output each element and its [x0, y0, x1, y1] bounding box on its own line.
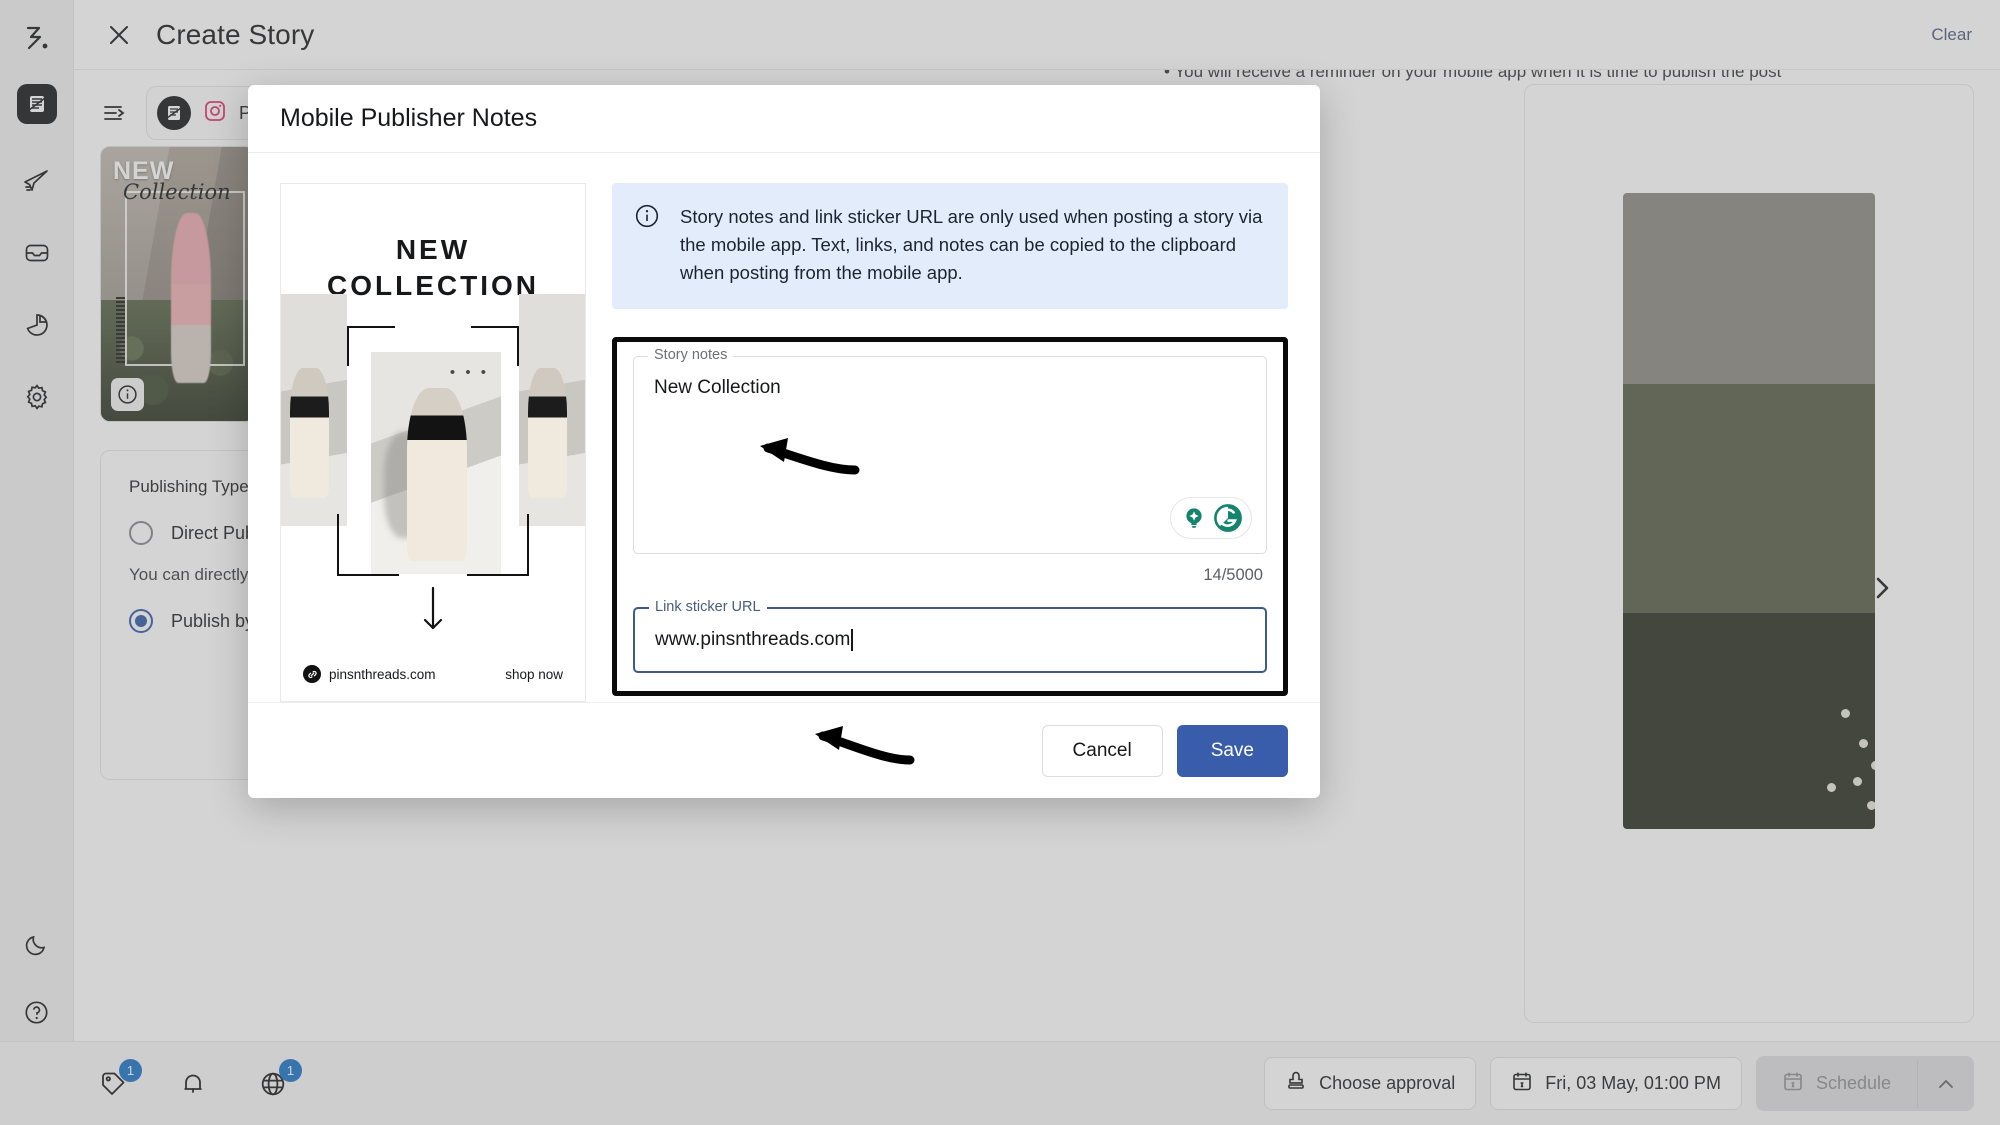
save-button[interactable]: Save: [1177, 725, 1288, 777]
account-avatar-icon: [157, 96, 191, 130]
info-circle-icon[interactable]: [111, 378, 144, 411]
globe-badge: 1: [279, 1059, 302, 1082]
story-notes-legend: Story notes: [648, 347, 733, 363]
preview-cta-label: shop now: [505, 667, 563, 682]
link-sticker-url-value: www.pinsnthreads.com: [655, 629, 850, 651]
preview-bracket-tl2: [347, 326, 349, 366]
arrow-down-icon: [420, 586, 446, 637]
schedule-datetime-button[interactable]: Fri, 03 May, 01:00 PM: [1490, 1057, 1742, 1110]
dialog-title: Mobile Publisher Notes: [280, 104, 537, 133]
schedule-datetime-label: Fri, 03 May, 01:00 PM: [1545, 1073, 1721, 1094]
stamp-icon: [1285, 1070, 1307, 1097]
globe-icon[interactable]: 1: [256, 1067, 290, 1101]
preview-bracket-tr2: [517, 326, 519, 366]
brand-logo-icon[interactable]: [17, 18, 57, 58]
help-circle-icon[interactable]: [20, 995, 54, 1029]
tag-badge: 1: [119, 1059, 142, 1082]
preview-bracket-tl: [347, 326, 395, 328]
instagram-icon: [203, 99, 227, 128]
preview-more-dots-icon: • • •: [450, 364, 489, 381]
story-overlay-script: Collection: [123, 180, 231, 204]
annotation-highlight-box: Story notes New Collection 14/5000 Link …: [612, 337, 1288, 696]
info-banner-text: Story notes and link sticker URL are onl…: [680, 203, 1266, 287]
mobile-publisher-notes-dialog: Mobile Publisher Notes NEW COLLECTION • …: [248, 85, 1320, 798]
dialog-header: Mobile Publisher Notes: [248, 85, 1320, 153]
cancel-button[interactable]: Cancel: [1042, 725, 1163, 777]
bottom-bar-icons: 1 1: [96, 1067, 290, 1101]
lightbulb-icon[interactable]: [1179, 503, 1209, 533]
info-banner: Story notes and link sticker URL are onl…: [612, 183, 1288, 309]
schedule-button-group[interactable]: Schedule: [1756, 1056, 1974, 1111]
story-thumbnail-card[interactable]: NEW Collection: [100, 146, 255, 422]
top-bar: Create Story Clear: [74, 0, 2000, 70]
grammarly-g-icon[interactable]: [1213, 503, 1243, 533]
pie-chart-icon[interactable]: [20, 308, 54, 342]
bell-icon[interactable]: [176, 1067, 210, 1101]
text-caret: [851, 629, 853, 651]
tag-icon[interactable]: 1: [96, 1067, 130, 1101]
preview-center-image: • • •: [371, 352, 501, 574]
grammarly-badge[interactable]: [1170, 497, 1252, 539]
story-barcode-decor: [116, 297, 125, 365]
send-paper-plane-icon[interactable]: [20, 164, 54, 198]
dialog-footer: Cancel Save: [248, 702, 1320, 798]
calendar-icon: [1782, 1070, 1804, 1097]
preview-title-line1: NEW: [281, 232, 585, 268]
bottom-bar-actions: Choose approval Fri, 03 May, 01:00 PM Sc…: [1264, 1056, 2000, 1111]
link-sticker-url-input[interactable]: www.pinsnthreads.com: [635, 609, 1265, 671]
story-notes-field[interactable]: Story notes New Collection: [633, 356, 1267, 554]
calendar-icon: [1511, 1070, 1533, 1097]
link-sticker-url-field[interactable]: Link sticker URL www.pinsnthreads.com: [633, 607, 1267, 673]
preview-title: NEW COLLECTION: [281, 232, 585, 304]
preview-pane: [1524, 84, 1974, 1023]
preview-bracket-tr: [471, 326, 519, 328]
story-preview: NEW COLLECTION • • •: [280, 183, 586, 702]
collapse-panel-icon[interactable]: [100, 98, 130, 128]
rail-icon-list: [20, 164, 54, 414]
info-circle-icon: [634, 203, 660, 287]
preview-site-label: pinsnthreads.com: [329, 667, 436, 682]
story-model-figure: [171, 213, 211, 383]
bottom-bar: 1 1 Choose approval Fri, 03 May, 0: [0, 1041, 2000, 1125]
preview-side-image-left: [281, 294, 347, 526]
inbox-icon[interactable]: [20, 236, 54, 270]
moon-icon[interactable]: [20, 927, 54, 961]
preview-side-image-right: [519, 294, 585, 526]
dialog-body: NEW COLLECTION • • •: [248, 153, 1320, 702]
workspace-avatar-icon[interactable]: [17, 84, 57, 124]
radio-publish-by-reminder[interactable]: [129, 609, 153, 633]
chevron-up-icon[interactable]: [1917, 1060, 1974, 1108]
left-rail: [0, 0, 74, 1125]
gear-icon[interactable]: [20, 380, 54, 414]
preview-phone-image: [1623, 193, 1875, 829]
preview-footer: pinsnthreads.com shop now: [281, 665, 585, 683]
link-badge-icon: [303, 665, 321, 683]
preview-site: pinsnthreads.com: [303, 665, 436, 683]
page-title: Create Story: [156, 19, 314, 51]
link-sticker-url-legend: Link sticker URL: [649, 599, 767, 615]
choose-approval-button[interactable]: Choose approval: [1264, 1057, 1476, 1110]
choose-approval-label: Choose approval: [1319, 1073, 1455, 1094]
schedule-button: Schedule: [1756, 1056, 1917, 1111]
close-icon[interactable]: [102, 18, 136, 52]
radio-direct-publishing[interactable]: [129, 521, 153, 545]
notes-form: Story notes and link sticker URL are onl…: [612, 183, 1288, 702]
character-counter: 14/5000: [633, 566, 1267, 585]
clear-button[interactable]: Clear: [1931, 25, 1972, 45]
schedule-label: Schedule: [1816, 1073, 1891, 1094]
chevron-right-icon[interactable]: [1864, 570, 1900, 606]
